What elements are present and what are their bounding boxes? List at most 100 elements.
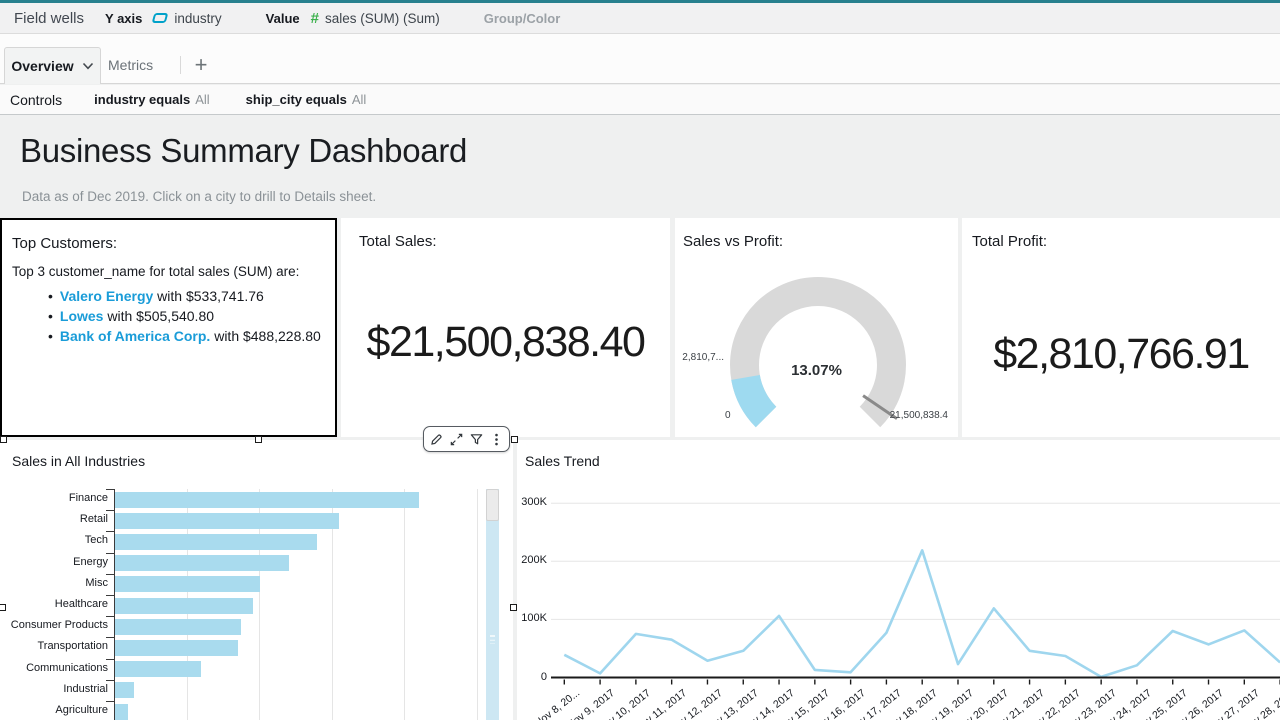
industry-bar-chart-card[interactable]: Sales in All Industries Finance Retail Tec… bbox=[0, 440, 513, 720]
axis-tick bbox=[106, 574, 114, 575]
axis-tick bbox=[106, 489, 114, 490]
selection-handle[interactable] bbox=[255, 436, 262, 443]
bar[interactable] bbox=[115, 640, 238, 656]
value-field-pill[interactable]: sales (SUM) (Sum) bbox=[325, 11, 440, 26]
page-title: Business Summary Dashboard bbox=[20, 132, 467, 170]
kpi-title: Total Profit: bbox=[972, 233, 1047, 250]
customer-link[interactable]: Valero Energy bbox=[60, 288, 153, 304]
tab-metrics[interactable]: Metrics bbox=[108, 47, 156, 83]
customer-amount: with $505,540.80 bbox=[103, 308, 214, 324]
gauge-percent-label: 13.07% bbox=[675, 362, 958, 379]
kpi-title: Total Sales: bbox=[359, 233, 437, 250]
list-item: Valero Energy with $533,741.76 bbox=[48, 286, 321, 306]
trend-line[interactable] bbox=[564, 550, 1280, 677]
axis-tick bbox=[106, 595, 114, 596]
bar[interactable] bbox=[115, 619, 241, 635]
gridline bbox=[477, 489, 478, 720]
bar[interactable] bbox=[115, 682, 134, 698]
bar-category-label: Transportation bbox=[0, 640, 108, 652]
y-axis-tick-label: 0 bbox=[517, 671, 547, 683]
bar[interactable] bbox=[115, 534, 317, 550]
total-profit-kpi-card[interactable]: Total Profit: $2,810,766.91 bbox=[962, 218, 1280, 437]
tab-overview[interactable]: Overview bbox=[4, 47, 101, 84]
top-customers-insight-card[interactable]: Top Customers: Top 3 customer_name for t… bbox=[0, 218, 337, 437]
bar-category-label: Misc bbox=[0, 577, 108, 589]
axis-tick bbox=[106, 680, 114, 681]
filter-control-ship-city[interactable]: ship_city equals All bbox=[246, 92, 367, 107]
selection-handle[interactable] bbox=[0, 436, 7, 443]
tab-overview-label: Overview bbox=[11, 58, 73, 74]
scrollbar-thumb[interactable] bbox=[486, 489, 499, 521]
bar[interactable] bbox=[115, 513, 339, 529]
controls-title: Controls bbox=[10, 92, 62, 108]
sales-vs-profit-gauge-card[interactable]: Sales vs Profit: 13.07% 2,810,7... 0 21,… bbox=[675, 218, 958, 437]
bar-category-label: Tech bbox=[0, 534, 108, 546]
bar[interactable] bbox=[115, 492, 419, 508]
customer-amount: with $533,741.76 bbox=[153, 288, 264, 304]
bar-category-label: Industrial bbox=[0, 683, 108, 695]
insight-list: Valero Energy with $533,741.76 Lowes wit… bbox=[48, 286, 321, 346]
y-axis-well-label: Y axis bbox=[105, 11, 142, 26]
filter-industry-label: industry equals bbox=[94, 92, 190, 107]
axis-tick bbox=[106, 510, 114, 511]
value-well-label: Value bbox=[266, 11, 300, 26]
gauge-chart[interactable] bbox=[675, 218, 958, 437]
selection-handle[interactable] bbox=[0, 604, 6, 611]
customer-link[interactable]: Lowes bbox=[60, 308, 104, 324]
chevron-down-icon bbox=[82, 62, 94, 70]
bar[interactable] bbox=[115, 555, 289, 571]
axis-tick bbox=[106, 531, 114, 532]
y-axis-field-pill[interactable]: industry bbox=[174, 11, 221, 26]
bar-category-label: Communications bbox=[0, 662, 108, 674]
axis-tick bbox=[106, 637, 114, 638]
bar[interactable] bbox=[115, 704, 128, 720]
visual-hover-toolbar bbox=[423, 426, 510, 452]
y-axis-tick-label: 200K bbox=[517, 554, 547, 566]
axis-tick bbox=[106, 616, 114, 617]
bar-category-label: Finance bbox=[0, 492, 108, 504]
tab-divider bbox=[180, 56, 181, 74]
insight-intro: Top 3 customer_name for total sales (SUM… bbox=[12, 264, 299, 279]
gauge-fill bbox=[746, 377, 766, 417]
filter-ship-city-label: ship_city equals bbox=[246, 92, 347, 107]
sales-trend-chart-card[interactable]: Sales Trend 0100K200K300KNov 8, 20...Nov… bbox=[517, 440, 1280, 720]
gauge-max-label: 21,500,838.4 bbox=[890, 410, 948, 421]
filter-funnel-icon[interactable] bbox=[469, 432, 484, 447]
axis-tick bbox=[106, 553, 114, 554]
bar-category-label: Healthcare bbox=[0, 598, 108, 610]
bar-category-label: Consumer Products bbox=[0, 619, 108, 631]
filter-control-industry[interactable]: industry equals All bbox=[94, 92, 210, 107]
y-axis-tick-label: 100K bbox=[517, 612, 547, 624]
scrollbar-grip bbox=[490, 635, 495, 644]
total-sales-kpi-card[interactable]: Total Sales: $21,500,838.40 bbox=[341, 218, 670, 437]
selection-handle[interactable] bbox=[510, 604, 517, 611]
kebab-menu-icon[interactable] bbox=[489, 432, 504, 447]
axis-tick bbox=[106, 659, 114, 660]
filter-ship-city-value[interactable]: All bbox=[352, 92, 366, 107]
maximize-icon[interactable] bbox=[449, 432, 464, 447]
group-color-well-label: Group/Color bbox=[484, 11, 561, 26]
dimension-icon bbox=[152, 13, 169, 23]
field-wells-title: Field wells bbox=[14, 10, 84, 27]
bar-chart-title: Sales in All Industries bbox=[12, 453, 145, 469]
y-axis-tick-label: 300K bbox=[517, 496, 547, 508]
bar[interactable] bbox=[115, 598, 253, 614]
field-wells-bar: Field wells Y axis industry Value # sale… bbox=[0, 3, 1280, 34]
selection-handle[interactable] bbox=[511, 436, 518, 443]
list-item: Bank of America Corp. with $488,228.80 bbox=[48, 326, 321, 346]
page-subtitle: Data as of Dec 2019. Click on a city to … bbox=[22, 189, 376, 204]
edit-pencil-icon[interactable] bbox=[429, 432, 444, 447]
line-chart-svg bbox=[517, 440, 1280, 720]
bar-category-label: Agriculture bbox=[0, 704, 108, 716]
controls-bar: Controls industry equals All ship_city eq… bbox=[0, 85, 1280, 115]
customer-link[interactable]: Bank of America Corp. bbox=[60, 328, 210, 344]
y-axis-line bbox=[114, 489, 115, 720]
bar[interactable] bbox=[115, 576, 260, 592]
bar-category-label: Retail bbox=[0, 513, 108, 525]
bar-category-label: Energy bbox=[0, 556, 108, 568]
bar[interactable] bbox=[115, 661, 201, 677]
filter-industry-value[interactable]: All bbox=[195, 92, 209, 107]
bar-chart-scrollbar[interactable] bbox=[486, 489, 499, 720]
total-profit-value: $2,810,766.91 bbox=[962, 330, 1280, 379]
add-sheet-button[interactable]: + bbox=[188, 50, 214, 80]
